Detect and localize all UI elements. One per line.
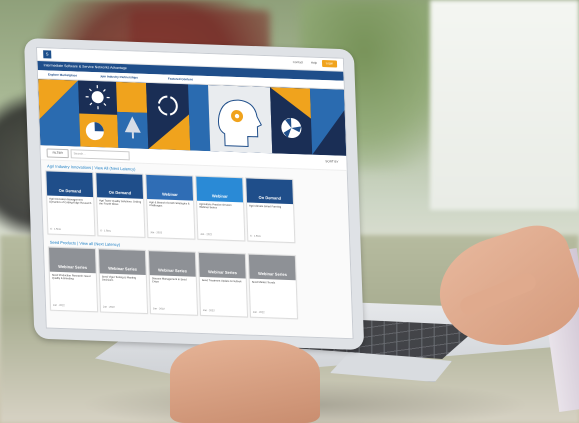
tab-explore[interactable]: Explore Marketplace bbox=[48, 72, 77, 77]
card-meta: Jan · 2022 bbox=[202, 308, 215, 313]
filter-button[interactable]: FILTER bbox=[46, 148, 69, 159]
card-badge: Webinar Series bbox=[158, 267, 188, 274]
card-meta: Jan · 2022 bbox=[52, 303, 65, 308]
card-row-agri: On Demand Agri Innovation Management: Dy… bbox=[45, 170, 345, 247]
card-description: Seed Production Research: Seed Quality &… bbox=[51, 273, 91, 281]
card-badge: On Demand bbox=[258, 194, 282, 201]
nav-title[interactable]: Intermediate Software & Service Networks… bbox=[44, 63, 127, 70]
card-thumbnail: On Demand bbox=[46, 171, 94, 198]
content-card[interactable]: Webinar Series Seed Market Trends Jan · … bbox=[247, 253, 299, 320]
card-description: Seed Vigor Testing & Planting Decisions bbox=[101, 275, 137, 283]
content-card[interactable]: On Demand Agri Climate Smart Farming 6 ·… bbox=[245, 177, 296, 244]
card-meta: Jan · 2022 bbox=[102, 305, 115, 309]
card-badge: Webinar bbox=[211, 193, 228, 199]
tab-join[interactable]: Join Industry Partnerships bbox=[100, 74, 138, 79]
card-badge: Webinar bbox=[161, 191, 178, 198]
laptop-screen: S Contact Help Login Intermediate Softwa… bbox=[36, 47, 354, 340]
help-link[interactable]: Help bbox=[311, 61, 317, 65]
card-thumbnail: Webinar bbox=[146, 174, 194, 201]
content-card[interactable]: On Demand Agri Innovation Management: Dy… bbox=[45, 170, 96, 237]
content-card[interactable]: Webinar Series Seed Vigor Testing & Plan… bbox=[97, 248, 149, 315]
content-card[interactable]: Webinar Series Seed Production Research:… bbox=[47, 246, 99, 313]
card-meta: 6 · 1.5hrs bbox=[250, 234, 261, 238]
card-badge: Webinar Series bbox=[257, 270, 287, 277]
card-description: Agri & Biotech Growth Strategies & Chall… bbox=[149, 201, 190, 208]
sort-dropdown[interactable]: SORT BY bbox=[325, 159, 338, 163]
login-button[interactable]: Login bbox=[321, 59, 338, 68]
card-meta: Jan · 2022 bbox=[150, 231, 163, 235]
card-thumbnail: On Demand bbox=[246, 178, 294, 205]
card-thumbnail: Webinar bbox=[196, 176, 244, 203]
card-thumbnail: Webinar Series bbox=[198, 252, 246, 279]
tab-featured[interactable]: Featured Content bbox=[168, 77, 193, 82]
search-input[interactable]: Search... bbox=[70, 149, 130, 161]
site-logo[interactable]: S bbox=[43, 50, 52, 59]
card-description: Agri Innovation Management: Dynamics of … bbox=[49, 197, 92, 206]
card-row-seed: Webinar Series Seed Production Research:… bbox=[47, 246, 348, 324]
card-meta: 6 · 1.5hrs bbox=[100, 229, 111, 233]
photo-scene: S Contact Help Login Intermediate Softwa… bbox=[0, 0, 579, 423]
left-hand bbox=[170, 340, 320, 423]
hero-banner bbox=[38, 79, 347, 156]
content-card[interactable]: Webinar Series Seed Treatment Update & O… bbox=[197, 251, 249, 318]
card-description: Agri Tower Quality Solutions: Driving th… bbox=[99, 199, 142, 207]
contact-link[interactable]: Contact bbox=[293, 60, 303, 64]
card-description: Agriculture Practice Session Webinar Ser… bbox=[199, 202, 232, 210]
card-thumbnail: Webinar Series bbox=[98, 249, 146, 275]
card-badge: Webinar Series bbox=[208, 269, 238, 276]
card-description: Disease Management in Seed Crops bbox=[151, 277, 187, 284]
card-meta: 6 · 1.5hrs bbox=[50, 227, 61, 231]
card-badge: Webinar Series bbox=[58, 263, 88, 270]
card-meta: Jan · 2022 bbox=[152, 307, 165, 311]
laptop: S Contact Help Login Intermediate Softwa… bbox=[0, 0, 579, 423]
card-badge: On Demand bbox=[108, 189, 132, 196]
content-card[interactable]: Webinar Agri & Biotech Growth Strategies… bbox=[145, 173, 196, 240]
card-thumbnail: Webinar Series bbox=[248, 254, 296, 281]
content-card[interactable]: On Demand Agri Tower Quality Solutions: … bbox=[95, 172, 146, 238]
content-card[interactable]: Webinar Agriculture Practice Session Web… bbox=[195, 175, 246, 242]
card-thumbnail: Webinar Series bbox=[148, 251, 196, 277]
card-badge: On Demand bbox=[58, 187, 82, 194]
card-meta: Jan · 2022 bbox=[200, 232, 213, 237]
card-meta: Jan · 2022 bbox=[252, 310, 265, 315]
content-card[interactable]: Webinar Series Disease Management in See… bbox=[147, 250, 199, 316]
card-thumbnail: Webinar Series bbox=[48, 247, 96, 274]
card-thumbnail: On Demand bbox=[96, 173, 144, 199]
card-badge: Webinar Series bbox=[108, 265, 138, 272]
hero-graphic bbox=[38, 79, 347, 156]
